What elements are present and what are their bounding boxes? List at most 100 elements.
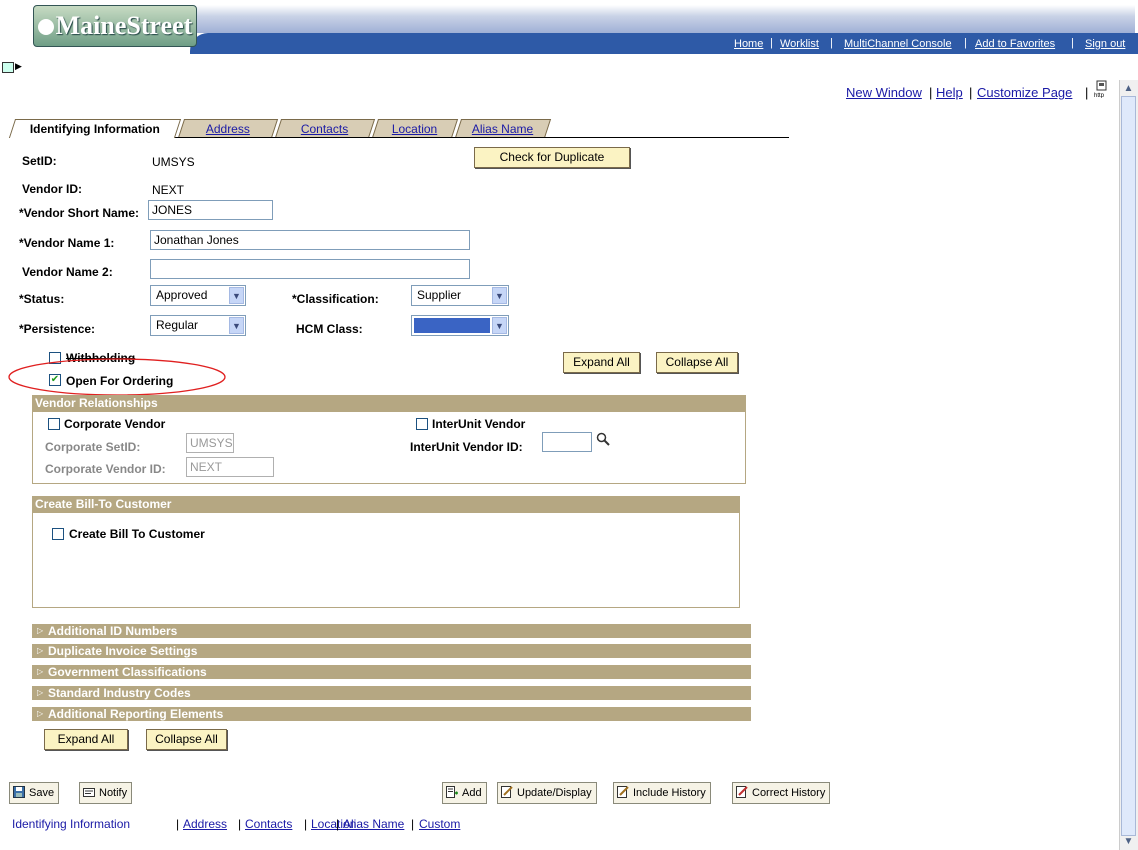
setid-label: SetID: — [22, 154, 57, 168]
vendor-relationships-header: Vendor Relationships — [32, 395, 746, 411]
vendor-short-name-label: *Vendor Short Name: — [19, 206, 140, 220]
corporate-setid-label: Corporate SetID: — [45, 440, 141, 454]
hcm-class-label: HCM Class: — [296, 322, 363, 336]
bottom-link-alias-name[interactable]: Alias Name — [343, 817, 404, 831]
corporate-setid-field[interactable]: UMSYS — [186, 433, 234, 453]
page-menu-icon[interactable] — [2, 62, 14, 73]
corporate-vendor-label: Corporate Vendor — [64, 417, 166, 431]
chevron-down-icon[interactable]: ▼ — [492, 317, 507, 334]
link-separator: | — [1085, 85, 1089, 100]
scroll-down-icon[interactable]: ▼ — [1121, 834, 1136, 849]
tab-address[interactable]: Address — [177, 119, 279, 138]
section-label: Duplicate Invoice Settings — [48, 644, 198, 658]
nav-worklist-link[interactable]: Worklist — [780, 38, 819, 50]
save-button[interactable]: Save — [9, 782, 60, 804]
mainestreet-logo[interactable]: MaineStreet — [33, 5, 197, 47]
include-history-icon — [617, 786, 629, 798]
highlight-ellipse — [8, 358, 226, 396]
logo-globe-icon — [37, 19, 54, 35]
scrollbar-thumb[interactable] — [1121, 96, 1136, 836]
update-display-icon — [501, 786, 513, 798]
save-icon — [13, 786, 25, 798]
header-band — [195, 5, 1135, 33]
nav-multichannel-console-link[interactable]: MultiChannel Console — [844, 38, 952, 50]
expand-all-button[interactable]: Expand All — [563, 352, 640, 373]
corporate-vendor-id-field[interactable]: NEXT — [186, 457, 274, 477]
corporate-vendor-checkbox[interactable] — [48, 418, 60, 430]
include-history-button[interactable]: Include History — [613, 782, 711, 804]
update-display-label: Update/Display — [517, 787, 592, 799]
interunit-vendor-label: InterUnit Vendor — [432, 417, 526, 431]
status-selected-value: Approved — [156, 288, 208, 302]
check-for-duplicate-button[interactable]: Check for Duplicate — [474, 147, 630, 168]
classification-dropdown[interactable]: Supplier ▼ — [411, 285, 509, 306]
setid-value: UMSYS — [152, 155, 195, 169]
expand-triangle-icon: ▷ — [37, 646, 44, 655]
tab-contacts[interactable]: Contacts — [274, 119, 376, 138]
search-icon[interactable] — [596, 432, 610, 446]
tab-location[interactable]: Location — [371, 119, 459, 138]
collapse-all-button[interactable]: Collapse All — [656, 352, 738, 373]
link-separator: | — [176, 817, 180, 831]
section-label: Standard Industry Codes — [48, 686, 191, 700]
nav-separator: | — [770, 37, 773, 49]
help-link[interactable]: Help — [936, 85, 963, 100]
nav-home-link[interactable]: Home — [734, 38, 763, 50]
corporate-vendor-id-label: Corporate Vendor ID: — [45, 462, 166, 476]
link-separator: | — [304, 817, 308, 831]
hcm-class-dropdown[interactable]: ▼ — [411, 315, 509, 336]
persistence-label: *Persistence: — [19, 322, 96, 336]
correct-history-button[interactable]: Correct History — [732, 782, 831, 804]
nav-separator: | — [964, 37, 967, 49]
section-label: Government Classifications — [48, 665, 207, 679]
create-bill-to-customer-checkbox[interactable] — [52, 528, 64, 540]
vendor-short-name-field[interactable]: JONES — [148, 200, 273, 220]
link-separator: | — [969, 85, 973, 100]
link-separator: | — [336, 817, 340, 831]
tab-alias-name[interactable]: Alias Name — [454, 119, 552, 138]
expand-arrow-icon[interactable]: ▶ — [15, 61, 22, 72]
nav-add-to-favorites-link[interactable]: Add to Favorites — [975, 38, 1055, 50]
notify-icon — [83, 788, 95, 797]
bottom-link-address[interactable]: Address — [183, 817, 227, 831]
additional-id-numbers-section[interactable]: ▷ Additional ID Numbers — [32, 624, 751, 638]
new-window-link[interactable]: New Window — [846, 85, 922, 100]
create-bill-to-customer-header: Create Bill-To Customer — [32, 496, 740, 512]
notify-label: Notify — [99, 787, 128, 799]
status-dropdown[interactable]: Approved ▼ — [150, 285, 246, 306]
vendor-id-label: Vendor ID: — [22, 182, 83, 196]
bottom-link-contacts[interactable]: Contacts — [245, 817, 292, 831]
bottom-expand-all-button[interactable]: Expand All — [44, 729, 128, 750]
vendor-name-1-field[interactable]: Jonathan Jones — [150, 230, 470, 250]
update-display-button[interactable]: Update/Display — [497, 782, 597, 804]
interunit-vendor-id-field[interactable] — [542, 432, 592, 452]
svg-text:http: http — [1094, 93, 1105, 98]
government-classifications-section[interactable]: ▷ Government Classifications — [32, 665, 751, 679]
link-separator: | — [238, 817, 242, 831]
chevron-down-icon[interactable]: ▼ — [229, 317, 244, 334]
nav-separator: | — [830, 37, 833, 49]
chevron-down-icon[interactable]: ▼ — [492, 287, 507, 304]
bottom-link-identifying-information[interactable]: Identifying Information — [12, 817, 130, 831]
classification-label: *Classification: — [292, 292, 379, 306]
vendor-name-2-field[interactable] — [150, 259, 470, 279]
add-button[interactable]: Add — [442, 782, 487, 804]
persistence-dropdown[interactable]: Regular ▼ — [150, 315, 246, 336]
nav-sign-out-link[interactable]: Sign out — [1085, 38, 1125, 50]
customize-page-link[interactable]: Customize Page — [977, 85, 1072, 100]
bottom-collapse-all-button[interactable]: Collapse All — [146, 729, 227, 750]
notify-button[interactable]: Notify — [79, 782, 133, 804]
link-separator: | — [411, 817, 415, 831]
bottom-link-custom[interactable]: Custom — [419, 817, 460, 831]
chevron-down-icon[interactable]: ▼ — [229, 287, 244, 304]
correct-history-label: Correct History — [752, 787, 826, 799]
tab-identifying-information[interactable]: Identifying Information — [8, 119, 182, 138]
expand-triangle-icon: ▷ — [37, 626, 44, 635]
duplicate-invoice-settings-section[interactable]: ▷ Duplicate Invoice Settings — [32, 644, 751, 658]
status-label: *Status: — [19, 292, 65, 306]
http-icon[interactable]: http — [1093, 80, 1111, 98]
additional-reporting-elements-section[interactable]: ▷ Additional Reporting Elements — [32, 707, 751, 721]
interunit-vendor-checkbox[interactable] — [416, 418, 428, 430]
scroll-up-icon[interactable]: ▲ — [1121, 81, 1136, 96]
standard-industry-codes-section[interactable]: ▷ Standard Industry Codes — [32, 686, 751, 700]
